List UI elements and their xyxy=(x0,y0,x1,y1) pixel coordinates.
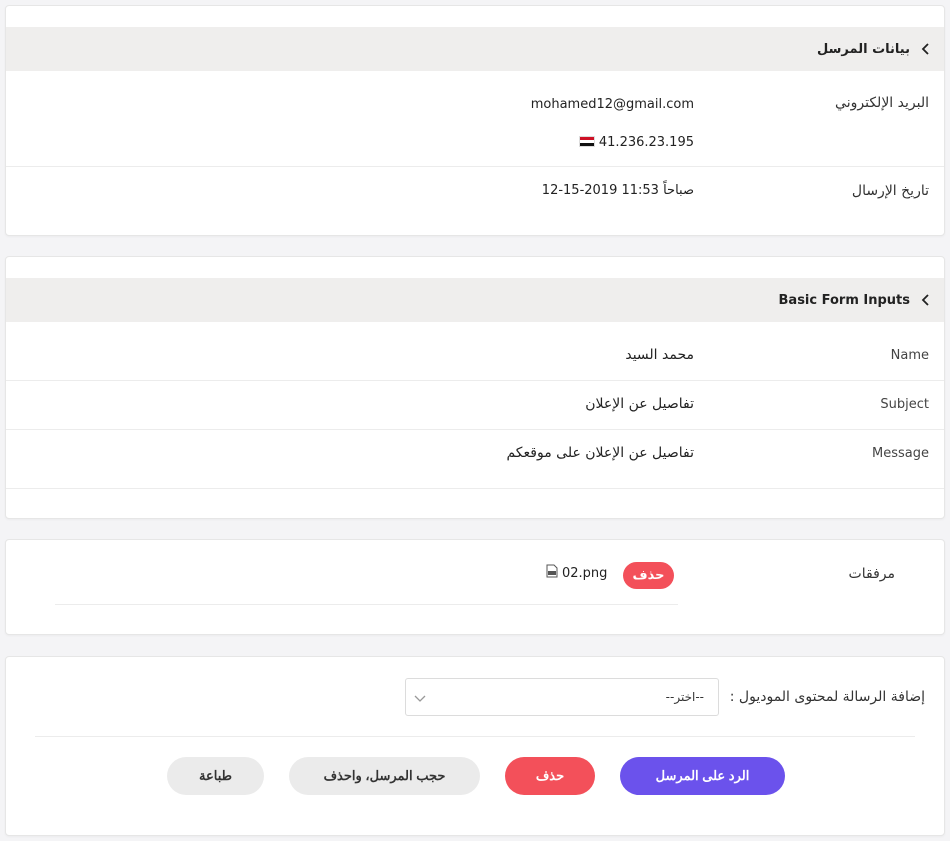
divider xyxy=(6,488,944,489)
egypt-flag-icon xyxy=(578,136,595,147)
date-label: تاريخ الإرسال xyxy=(851,183,929,199)
name-label: Name xyxy=(890,348,929,363)
delete-attachment-button[interactable]: حذف xyxy=(623,562,674,589)
name-value: محمد السيد xyxy=(625,347,694,363)
form-inputs-title: Basic Form Inputs xyxy=(778,292,910,308)
divider xyxy=(55,604,678,605)
chevron-left-icon[interactable] xyxy=(918,292,934,308)
module-select-value: --اختر-- xyxy=(665,690,704,704)
ip-value: 41.236.23.195 xyxy=(575,135,694,150)
block-and-delete-button[interactable]: حجب المرسل، واحذف xyxy=(289,757,480,795)
divider xyxy=(6,429,944,430)
sender-card-header[interactable]: بيانات المرسل xyxy=(6,27,944,71)
email-label: البريد الإلكتروني xyxy=(835,95,929,111)
message-label: Message xyxy=(872,446,929,461)
divider xyxy=(6,166,944,167)
form-inputs-card: Basic Form Inputs Name محمد السيد Subjec… xyxy=(5,256,945,519)
chevron-down-icon xyxy=(414,692,426,706)
reply-button[interactable]: الرد على المرسل xyxy=(620,757,785,795)
module-select[interactable]: --اختر-- xyxy=(405,678,719,716)
delete-button[interactable]: حذف xyxy=(505,757,595,795)
attachments-card: مرفقات حذف 02.png xyxy=(5,539,945,635)
date-value: 12-15-2019 11:53 صباحاً xyxy=(541,183,694,198)
attachment-file[interactable]: 02.png xyxy=(546,564,607,582)
email-value: mohamed12@gmail.com xyxy=(530,97,694,112)
subject-value: تفاصيل عن الإعلان xyxy=(585,396,694,412)
sender-card: بيانات المرسل البريد الإلكتروني mohamed1… xyxy=(5,5,945,236)
form-inputs-header[interactable]: Basic Form Inputs xyxy=(6,278,944,322)
print-button[interactable]: طباعة xyxy=(167,757,264,795)
divider xyxy=(35,736,915,737)
actions-card: إضافة الرسالة لمحتوى الموديول : --اختر--… xyxy=(5,656,945,836)
attachment-file-name: 02.png xyxy=(562,565,608,581)
sender-card-title: بيانات المرسل xyxy=(817,41,910,57)
chevron-left-icon[interactable] xyxy=(918,41,934,57)
png-file-icon xyxy=(546,564,558,582)
divider xyxy=(6,380,944,381)
module-label: إضافة الرسالة لمحتوى الموديول : xyxy=(729,689,925,705)
attachments-label: مرفقات xyxy=(848,566,895,582)
subject-label: Subject xyxy=(880,397,929,412)
message-value: تفاصيل عن الإعلان على موقعكم xyxy=(506,445,694,461)
ip-text: 41.236.23.195 xyxy=(598,135,694,150)
